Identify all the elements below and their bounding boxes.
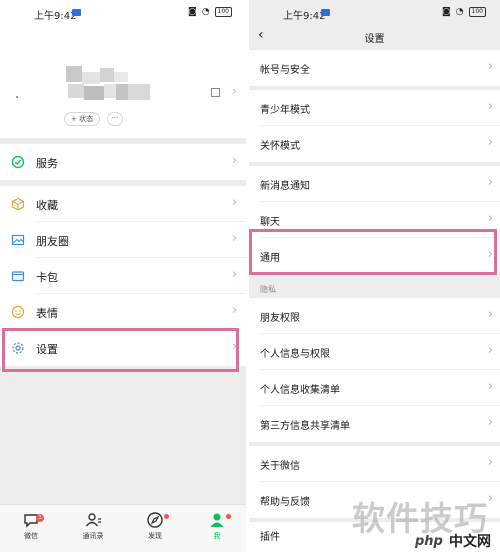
chevron-right-icon: › — [487, 175, 493, 190]
settings-item-notifications[interactable]: 新消息通知 › — [249, 166, 500, 202]
settings-item-care-mode[interactable]: 关怀模式 › — [249, 126, 500, 162]
settings-item-label: 朋友权限 — [260, 313, 300, 324]
settings-item-label: 个人信息与权限 — [260, 349, 330, 360]
chevron-right-icon: › — [487, 99, 493, 114]
status-icons: ◙ ◔ 100 — [188, 7, 232, 17]
wifi-icon: ◔ — [201, 7, 210, 17]
battery-icon: 100 — [468, 7, 486, 17]
settings-item-about-wechat[interactable]: 关于微信 › — [249, 446, 500, 482]
chevron-right-icon: › — [232, 153, 238, 168]
avatar-blurred[interactable] — [66, 66, 150, 102]
settings-item-third-party-sharing-list[interactable]: 第三方信息共享清单 › — [249, 406, 500, 442]
settings-item-label: 个人信息收集清单 — [260, 385, 340, 396]
settings-item-label: 帐号与安全 — [260, 65, 310, 76]
profile-card[interactable]: › + 状态 ··· — [0, 26, 246, 138]
nav-bar: ‹ 设置 — [249, 26, 500, 48]
chevron-right-icon: › — [487, 415, 493, 430]
tab-chats[interactable]: 3 微信 — [8, 511, 54, 541]
person-icon — [210, 513, 224, 527]
service-icon — [11, 155, 25, 169]
chevron-right-icon: › — [487, 59, 493, 74]
unread-badge: 3 — [36, 514, 44, 522]
chevron-right-icon: › — [232, 267, 238, 282]
menu-item-card-wallet[interactable]: 卡包 › — [0, 258, 246, 294]
compass-icon — [147, 512, 163, 528]
menu-item-label: 收藏 — [36, 199, 58, 212]
page-title: 设置 — [364, 34, 385, 45]
chevron-right-icon: › — [232, 84, 237, 98]
watermark-site-name: 中文网 — [449, 534, 491, 550]
general-highlight-box — [249, 229, 497, 275]
settings-item-label: 第三方信息共享清单 — [260, 421, 350, 432]
menu-item-stickers[interactable]: 表情 › — [0, 294, 246, 330]
new-dot-badge — [164, 514, 169, 519]
wifi-icon: ◔ — [455, 7, 464, 17]
tab-contacts[interactable]: 通讯录 — [70, 511, 116, 541]
menu-item-label: 卡包 — [36, 271, 58, 284]
chevron-right-icon: › — [487, 307, 493, 322]
chevron-right-icon: › — [487, 135, 493, 150]
tab-discover[interactable]: 发现 — [132, 511, 178, 541]
tab-label: 通讯录 — [82, 532, 104, 540]
php-logo: php — [415, 534, 443, 549]
tab-label: 微信 — [24, 532, 38, 540]
settings-item-personal-info-permissions[interactable]: 个人信息与权限 › — [249, 334, 500, 370]
settings-item-label: 帮助与反馈 — [260, 497, 310, 508]
settings-item-label: 青少年模式 — [260, 105, 310, 116]
settings-item-label: 聊天 — [260, 217, 280, 228]
new-dot-badge — [226, 514, 231, 519]
settings-item-label: 关于微信 — [260, 461, 300, 472]
settings-item-label: 关怀模式 — [260, 141, 300, 152]
camera-status-icon: ◙ — [187, 7, 197, 17]
chevron-right-icon: › — [487, 491, 493, 506]
more-button[interactable]: ··· — [107, 112, 123, 126]
menu-item-label: 表情 — [36, 307, 58, 320]
chevron-right-icon: › — [487, 343, 493, 358]
menu-item-label: 朋友圈 — [36, 235, 69, 248]
chevron-right-icon: › — [232, 303, 238, 318]
settings-item-friend-permissions[interactable]: 朋友权限 › — [249, 298, 500, 334]
status-icons: ◙ ◔ 100 — [442, 7, 486, 17]
settings-page: 上午9:42 ◙ ◔ 100 ‹ 设置 帐号与安全 › 青少年模式 › 关怀模式… — [249, 0, 500, 552]
contacts-icon — [85, 513, 101, 527]
card-wallet-icon — [11, 269, 25, 283]
settings-item-info-collection-list[interactable]: 个人信息收集清单 › — [249, 370, 500, 406]
chevron-right-icon: › — [232, 231, 238, 246]
menu-item-moments[interactable]: 朋友圈 › — [0, 222, 246, 258]
settings-item-teen-mode[interactable]: 青少年模式 › — [249, 90, 500, 126]
status-time: 上午9:42 — [283, 11, 326, 22]
section-label-privacy: 隐私 — [260, 285, 276, 294]
chevron-right-icon: › — [487, 211, 493, 226]
chevron-right-icon: › — [232, 195, 238, 210]
menu-item-service[interactable]: 服务 › — [0, 144, 246, 180]
status-bar: 上午9:42 ◙ ◔ 100 — [249, 0, 500, 26]
settings-highlight-box — [2, 328, 239, 372]
settings-item-account-security[interactable]: 帐号与安全 › — [249, 50, 500, 86]
profile-dot — [16, 96, 18, 98]
favorites-icon — [11, 197, 25, 211]
status-bar: 上午9:42 ◙ ◔ 100 — [0, 0, 246, 26]
sticker-icon — [11, 305, 25, 319]
hd-badge-icon — [321, 9, 330, 16]
menu-item-favorites[interactable]: 收藏 › — [0, 186, 246, 222]
camera-status-icon: ◙ — [441, 7, 451, 17]
qr-code-icon[interactable] — [211, 88, 220, 97]
menu-item-label: 服务 — [36, 157, 58, 170]
hd-badge-icon — [72, 9, 81, 16]
chevron-right-icon: › — [487, 455, 493, 470]
settings-item-label: 插件 — [260, 532, 280, 543]
settings-item-label: 新消息通知 — [260, 181, 310, 192]
chevron-right-icon: › — [487, 379, 493, 394]
bottom-tab-bar: 3 微信 通讯录 发现 我 — [0, 504, 246, 552]
tab-label: 发现 — [148, 532, 162, 540]
battery-icon: 100 — [214, 7, 232, 17]
moments-icon — [11, 233, 25, 247]
status-time: 上午9:42 — [34, 11, 77, 22]
tab-me[interactable]: 我 — [194, 511, 240, 541]
me-page: 上午9:42 ◙ ◔ 100 › + 状态 ··· 服务 › 收藏 › 朋友圈 … — [0, 0, 246, 552]
add-status-button[interactable]: + 状态 — [64, 112, 101, 126]
tab-label: 我 — [213, 532, 221, 540]
